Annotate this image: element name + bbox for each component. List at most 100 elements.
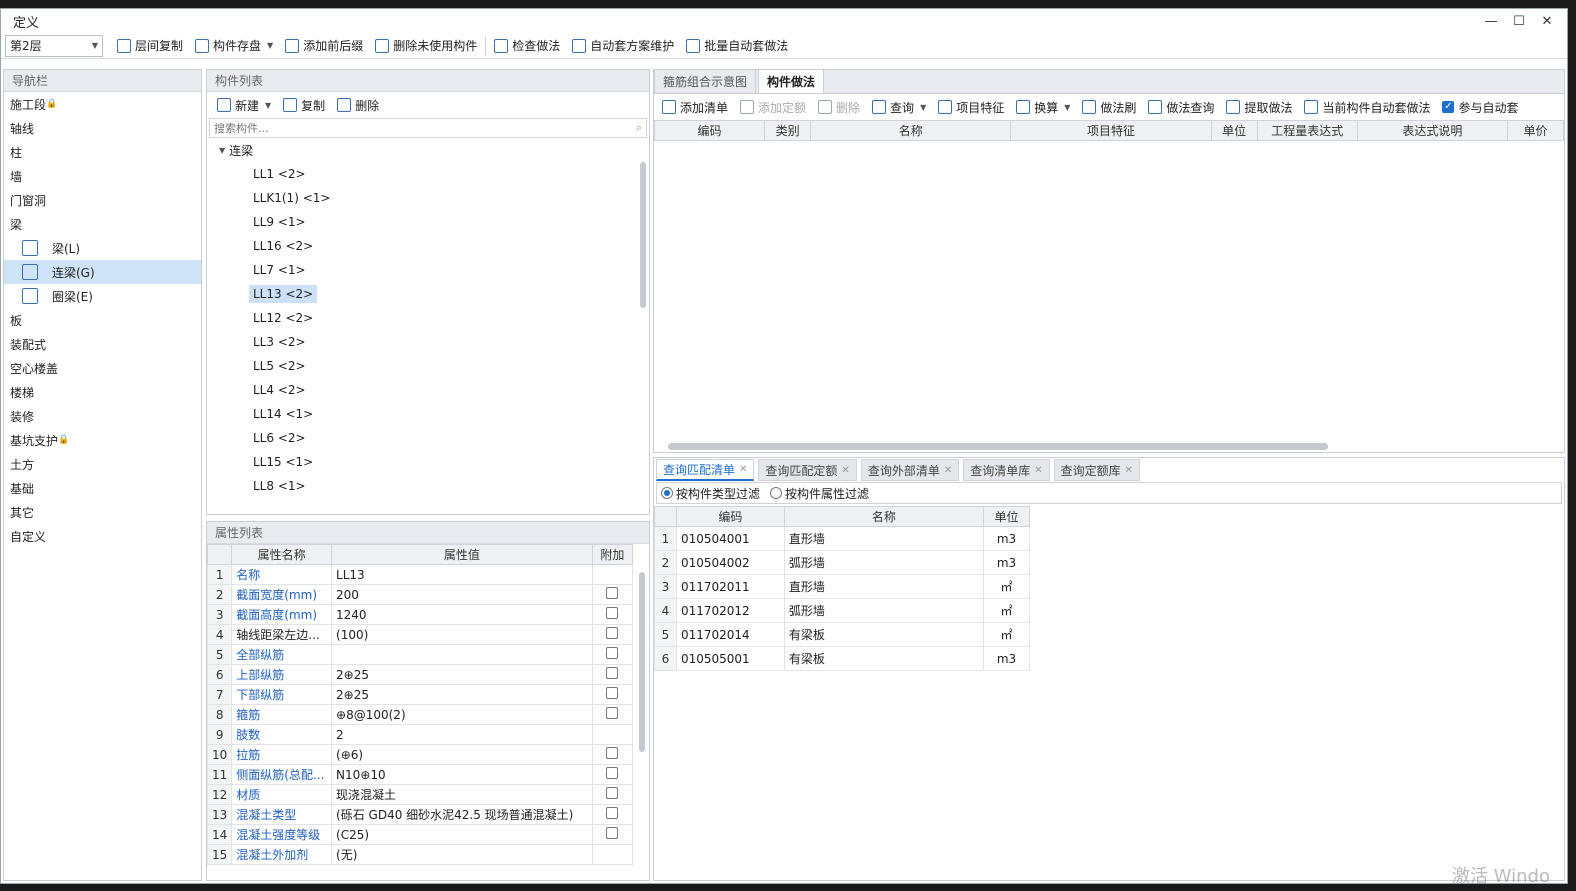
- method-action-button[interactable]: 当前构件自动套做法: [1298, 96, 1436, 118]
- tree-item[interactable]: LL4 <2>: [207, 378, 649, 402]
- method-action-button[interactable]: 换算 ▼: [1010, 96, 1076, 118]
- extra-checkbox[interactable]: [606, 687, 619, 699]
- query-tab[interactable]: 查询清单库 ✕: [963, 459, 1050, 481]
- tree-item[interactable]: LL16 <2>: [207, 234, 649, 258]
- add-prefix-suffix-button[interactable]: 添加前后缀: [279, 35, 369, 57]
- nav-item[interactable]: 圈梁(E): [4, 284, 201, 308]
- tree-item[interactable]: LL15 <1>: [207, 450, 649, 474]
- method-action-button[interactable]: 做法刷: [1076, 96, 1142, 118]
- method-action-button[interactable]: 做法查询: [1142, 96, 1220, 118]
- property-value[interactable]: ⊕8@100(2): [331, 704, 593, 725]
- tree-item[interactable]: LL1 <2>: [207, 162, 649, 186]
- extra-checkbox[interactable]: [606, 587, 619, 599]
- save-component-button[interactable]: 构件存盘 ▼: [189, 35, 279, 57]
- nav-item[interactable]: 施工段 🔒: [4, 92, 201, 116]
- nav-item[interactable]: 装配式: [4, 332, 201, 356]
- nav-item[interactable]: 门窗洞: [4, 188, 201, 212]
- property-row[interactable]: 11 侧面纵筋(总配... N10⊕10: [207, 764, 634, 785]
- tree-group[interactable]: ▼ 连梁: [207, 138, 649, 162]
- query-row[interactable]: 3 011702011 直形墙㎡: [654, 574, 1030, 599]
- component-scrollbar[interactable]: [640, 162, 646, 308]
- tree-item[interactable]: LL8 <1>: [207, 474, 649, 498]
- property-value[interactable]: (⊕6): [331, 744, 593, 765]
- check-method-button[interactable]: 检查做法: [488, 35, 566, 57]
- property-row[interactable]: 3 截面高度(mm) 1240: [207, 604, 634, 625]
- extra-checkbox[interactable]: [606, 667, 619, 679]
- nav-item[interactable]: 楼梯: [4, 380, 201, 404]
- auto-scheme-button[interactable]: 自动套方案维护: [566, 35, 680, 57]
- extra-checkbox[interactable]: [606, 607, 619, 619]
- extra-checkbox[interactable]: [606, 787, 619, 799]
- close-icon[interactable]: ✕: [1125, 465, 1133, 476]
- extra-checkbox[interactable]: [606, 647, 619, 659]
- filter-type-radio[interactable]: [661, 487, 673, 499]
- query-tab[interactable]: 查询定额库 ✕: [1053, 459, 1141, 481]
- nav-item[interactable]: 基坑支护 🔒: [4, 428, 201, 452]
- property-row[interactable]: 2 截面宽度(mm) 200: [207, 584, 634, 605]
- method-action-button[interactable]: 查询 ▼: [866, 96, 932, 118]
- tree-item[interactable]: LL7 <1>: [207, 258, 649, 282]
- expand-icon[interactable]: ▼: [219, 146, 225, 155]
- property-value[interactable]: 1240: [331, 604, 593, 625]
- tree-item[interactable]: LL5 <2>: [207, 354, 649, 378]
- property-value[interactable]: (C25): [331, 824, 593, 845]
- property-value[interactable]: (砾石 GD40 细砂水泥42.5 现场普通混凝土): [331, 804, 593, 825]
- method-action-button[interactable]: 添加清单: [656, 96, 734, 118]
- batch-auto-button[interactable]: 批量自动套做法: [680, 35, 794, 57]
- tab-component-method[interactable]: 构件做法: [758, 69, 825, 93]
- property-value[interactable]: (100): [331, 624, 593, 645]
- tree-item[interactable]: LL3 <2>: [207, 330, 649, 354]
- property-row[interactable]: 8 箍筋 ⊕8@100(2): [207, 704, 634, 725]
- extra-checkbox[interactable]: [606, 767, 619, 779]
- method-action-button[interactable]: 删除: [812, 96, 866, 118]
- query-row[interactable]: 4 011702012 弧形墙㎡: [654, 598, 1030, 623]
- maximize-icon[interactable]: ☐: [1505, 11, 1533, 31]
- extra-checkbox[interactable]: [606, 747, 619, 759]
- property-row[interactable]: 10 拉筋 (⊕6): [207, 744, 634, 765]
- nav-item[interactable]: 装修: [4, 404, 201, 428]
- tab-stirrup-diagram[interactable]: 箍筋组合示意图: [654, 69, 757, 93]
- nav-item[interactable]: 梁: [4, 212, 201, 236]
- tree-item[interactable]: LL12 <2>: [207, 306, 649, 330]
- query-row[interactable]: 5 011702014 有梁板㎡: [654, 622, 1030, 647]
- property-value[interactable]: [331, 644, 593, 665]
- query-row[interactable]: 1 010504001 直形墙 m3: [654, 526, 1030, 551]
- close-icon[interactable]: ✕: [739, 464, 747, 475]
- delete-unused-button[interactable]: 删除未使用构件: [369, 35, 483, 57]
- query-tab[interactable]: 查询外部清单 ✕: [860, 459, 960, 481]
- close-icon[interactable]: ✕: [944, 465, 952, 476]
- property-value[interactable]: 2⊕25: [331, 684, 593, 705]
- nav-item[interactable]: 其它: [4, 500, 201, 524]
- nav-item[interactable]: 板: [4, 308, 201, 332]
- extra-checkbox[interactable]: [606, 627, 619, 639]
- nav-item[interactable]: 墙: [4, 164, 201, 188]
- property-value[interactable]: 200: [331, 584, 593, 605]
- property-row[interactable]: 4 轴线距梁左边... (100): [207, 624, 634, 645]
- extra-checkbox[interactable]: [606, 807, 619, 819]
- query-tab[interactable]: 查询匹配清单 ✕: [656, 459, 755, 481]
- nav-item[interactable]: 梁(L): [4, 236, 201, 260]
- property-row[interactable]: 7 下部纵筋 2⊕25: [207, 684, 634, 705]
- close-icon[interactable]: ✕: [841, 465, 849, 476]
- property-row[interactable]: 15 混凝土外加剂 (无): [207, 844, 634, 865]
- tree-item[interactable]: LL13 <2>: [207, 282, 649, 306]
- property-row[interactable]: 6 上部纵筋 2⊕25: [207, 664, 634, 685]
- nav-item[interactable]: 空心楼盖: [4, 356, 201, 380]
- close-icon[interactable]: ✕: [1034, 465, 1042, 476]
- property-value[interactable]: (无): [331, 844, 593, 865]
- tree-item[interactable]: LL9 <1>: [207, 210, 649, 234]
- new-component-button[interactable]: 新建 ▼: [211, 94, 277, 116]
- checkbox-checked-icon[interactable]: ✓: [1442, 101, 1455, 113]
- method-hscrollbar[interactable]: [668, 443, 1328, 450]
- property-value[interactable]: N10⊕10: [331, 764, 593, 785]
- method-action-button[interactable]: 项目特征: [932, 96, 1010, 118]
- nav-item[interactable]: 柱: [4, 140, 201, 164]
- minimize-icon[interactable]: —: [1477, 11, 1505, 31]
- tree-item[interactable]: LL14 <1>: [207, 402, 649, 426]
- filter-attr-radio[interactable]: [770, 487, 783, 499]
- property-value[interactable]: 2⊕25: [331, 664, 593, 685]
- nav-item[interactable]: 土方: [4, 452, 201, 476]
- nav-item[interactable]: 基础: [4, 476, 201, 500]
- property-row[interactable]: 5 全部纵筋: [207, 644, 634, 665]
- property-value[interactable]: LL13: [331, 564, 593, 585]
